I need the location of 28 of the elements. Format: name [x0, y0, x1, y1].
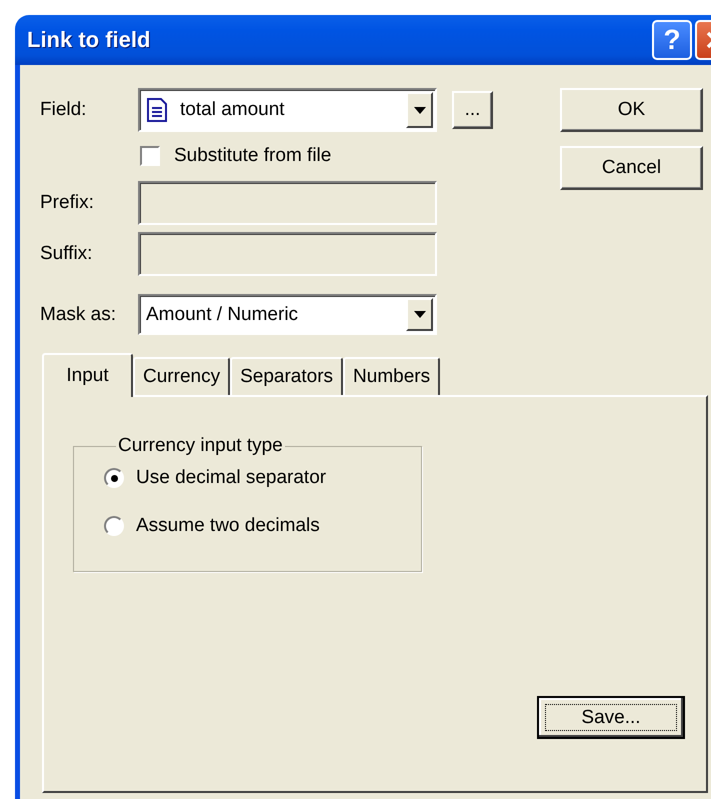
dropdown-button[interactable] — [406, 92, 433, 128]
radio-button[interactable] — [104, 468, 124, 488]
checkbox[interactable] — [140, 146, 160, 166]
field-dropdown[interactable]: total amount — [138, 88, 437, 132]
window-title: Link to field — [27, 27, 150, 53]
radio-label: Use decimal separator — [136, 467, 326, 489]
mask-label: Mask as: — [40, 304, 118, 326]
tab[interactable]: Numbers — [343, 357, 440, 395]
caret-icon — [414, 311, 426, 318]
prefix-label: Prefix: — [40, 192, 95, 214]
browse-button[interactable]: ... — [452, 91, 493, 129]
dialog-button[interactable]: Cancel — [560, 146, 703, 190]
dropdown-button[interactable] — [406, 298, 433, 331]
dialog-button[interactable]: OK — [560, 88, 703, 132]
caret-icon — [414, 106, 426, 114]
mask-dropdown[interactable]: Amount / Numeric — [138, 294, 437, 335]
tab[interactable]: Input — [42, 353, 133, 397]
document-icon — [146, 98, 168, 122]
suffix-label: Suffix: — [40, 243, 94, 265]
field-label: Field: — [40, 99, 88, 121]
tab[interactable]: Separators — [230, 357, 344, 395]
help-button[interactable]: ? — [652, 20, 692, 60]
group-title: Currency input type — [117, 435, 284, 457]
tab[interactable]: Currency — [133, 357, 230, 395]
checkbox-label: Substitute from file — [174, 144, 332, 166]
radio-button[interactable] — [104, 516, 124, 536]
save-button[interactable]: Save... — [537, 696, 685, 739]
radio-label: Assume two decimals — [136, 515, 320, 537]
